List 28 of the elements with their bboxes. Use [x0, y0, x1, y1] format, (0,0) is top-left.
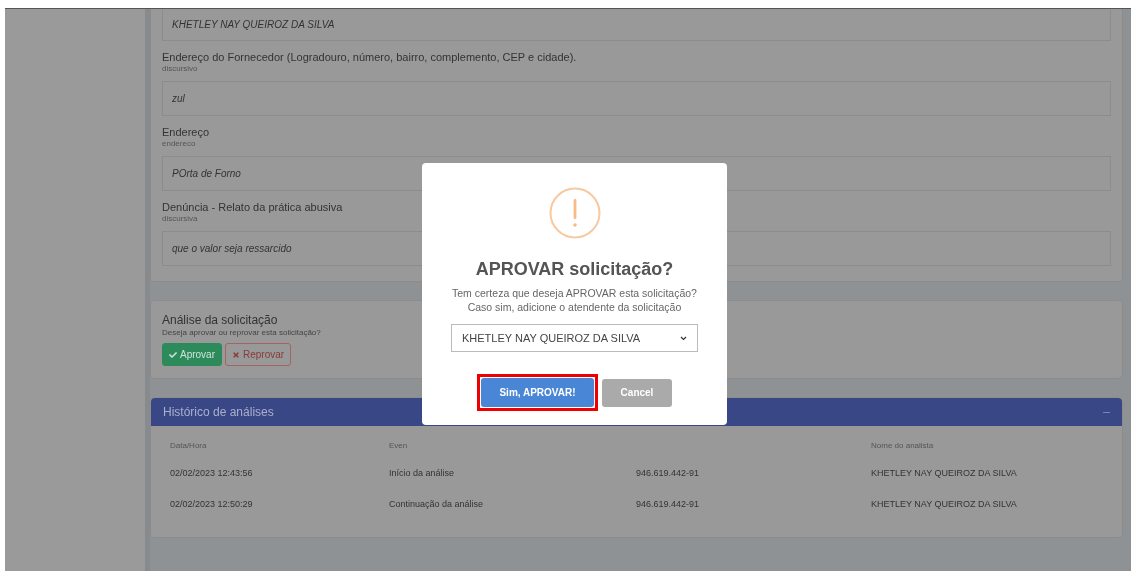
- column-header: Data/Hora: [170, 440, 208, 450]
- table-cell-text: 946.619.442-91: [636, 497, 701, 511]
- warning-icon: [548, 187, 601, 239]
- x-icon: [232, 350, 240, 359]
- answer-box: zul: [162, 81, 1111, 116]
- field-label: Endereço: [162, 126, 211, 139]
- table-cell-text: 02/02/2023 12:50:29: [170, 497, 254, 511]
- table-cell-text: KHETLEY NAY QUEIROZ DA SILVA: [871, 467, 1018, 480]
- table-cell-text: Continuação da análise: [389, 497, 485, 511]
- cancel-button[interactable]: Cancel: [602, 378, 672, 407]
- table-cell-text: 02/02/2023 12:43:56: [170, 467, 254, 480]
- section-title: Análise da solicitação: [162, 313, 279, 327]
- table-cell-text: 946.619.442-91: [636, 467, 701, 480]
- field-label: Endereço do Fornecedor (Logradouro, número, bairro, complemento, CEP e cidade).: [162, 51, 578, 64]
- check-icon: [169, 350, 177, 359]
- dialog-message: Caso sim, adicione o atendente da solicitação: [467, 300, 682, 314]
- dialog-message: Tem certeza que deseja APROVAR esta solicitação?: [452, 286, 697, 300]
- table-cell-text: Início da análise: [389, 467, 456, 480]
- panel-title: Histórico de análises: [163, 404, 274, 421]
- attendant-select[interactable]: KHETLEY NAY QUEIROZ DA SILVA: [451, 324, 698, 352]
- approve-button[interactable]: Aprovar: [162, 343, 222, 366]
- field-hint: discursiva: [162, 214, 199, 224]
- table-cell-text: KHETLEY NAY QUEIROZ DA SILVA: [871, 497, 1018, 511]
- section-subtitle: Deseja aprovar ou reprovar esta solicitação?: [162, 327, 321, 339]
- answer-box: KHETLEY NAY QUEIROZ DA SILVA: [162, 9, 1111, 41]
- chevron-down-icon: [680, 335, 687, 341]
- field-label: Denúncia - Relato da prática abusiva: [162, 201, 344, 214]
- reject-button[interactable]: Reprovar: [225, 343, 292, 366]
